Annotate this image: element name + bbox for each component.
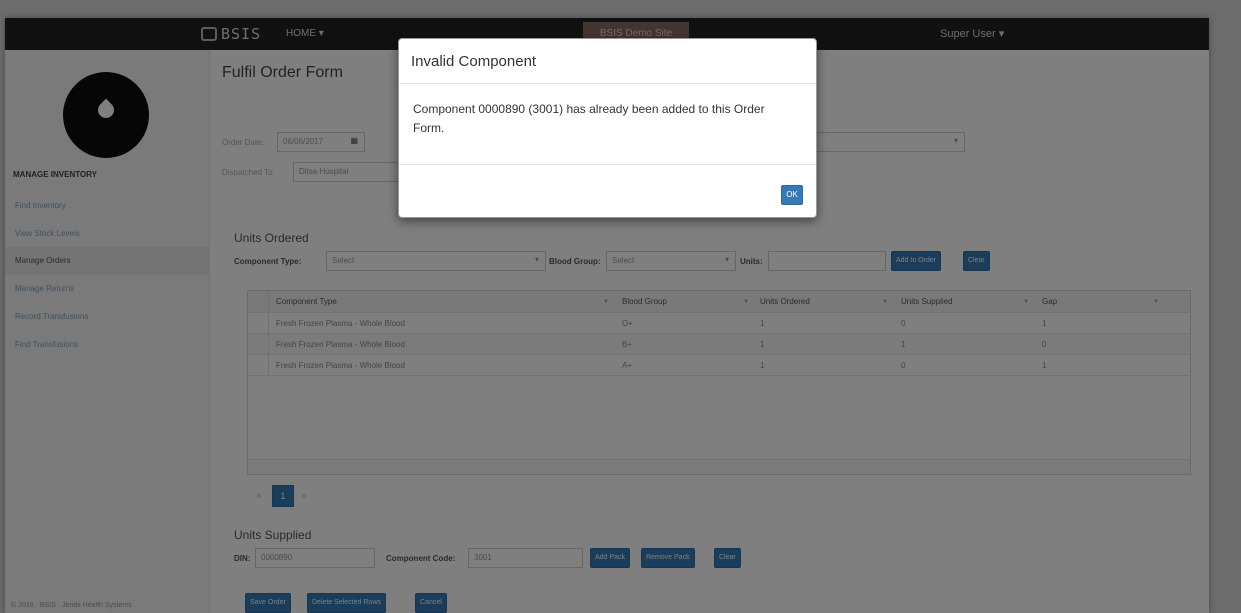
dialog-footer-divider xyxy=(399,164,816,165)
ok-button[interactable]: OK xyxy=(781,185,803,205)
dialog-header-divider xyxy=(399,83,816,84)
invalid-component-dialog: Invalid Component Component 0000890 (300… xyxy=(398,38,817,218)
dialog-message: Component 0000890 (3001) has already bee… xyxy=(413,102,765,135)
dialog-title: Invalid Component xyxy=(411,53,537,70)
